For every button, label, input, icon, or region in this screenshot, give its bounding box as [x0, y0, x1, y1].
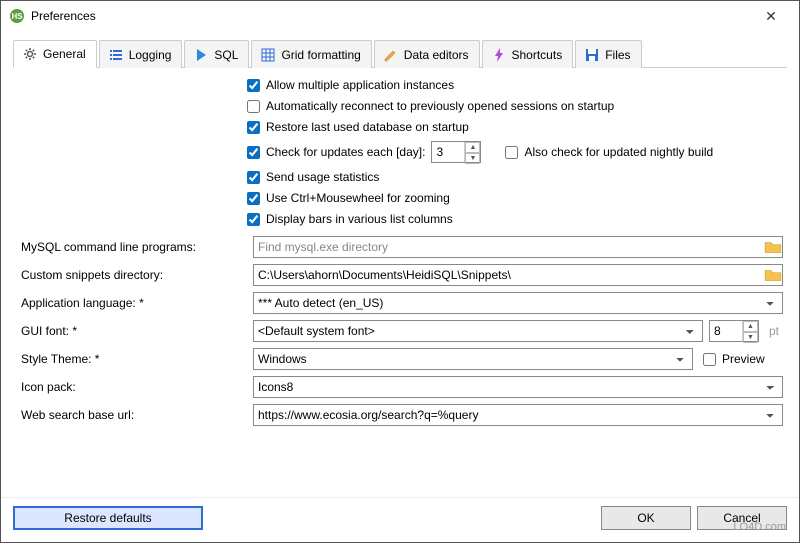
tab-dataeditors[interactable]: Data editors: [374, 40, 480, 68]
guifont-size-value[interactable]: [710, 321, 742, 341]
websearch-label: Web search base url:: [17, 408, 247, 422]
checkbox[interactable]: [247, 100, 260, 113]
tab-files[interactable]: Files: [575, 40, 641, 68]
websearch-select[interactable]: https://www.ecosia.org/search?q=%query: [253, 404, 783, 426]
pt-label: pt: [765, 324, 783, 338]
language-label: Application language: *: [17, 296, 247, 310]
guifont-select[interactable]: <Default system font>: [253, 320, 703, 342]
save-icon: [584, 47, 600, 63]
tab-label: Files: [605, 48, 630, 62]
snippets-row: Custom snippets directory:: [17, 264, 783, 286]
window-title: Preferences: [31, 9, 751, 23]
iconpack-row: Icon pack: Icons8: [17, 376, 783, 398]
tabstrip: General Logging SQL Grid formatting Data…: [13, 39, 787, 68]
update-days-value[interactable]: [432, 142, 464, 162]
footer: Restore defaults OK Cancel: [1, 497, 799, 542]
tab-sql[interactable]: SQL: [184, 40, 249, 68]
gear-icon: [22, 46, 38, 62]
play-icon: [193, 47, 209, 63]
grid-icon: [260, 47, 276, 63]
svg-text:HS: HS: [11, 12, 23, 21]
snippets-input[interactable]: [254, 265, 764, 285]
guifont-label: GUI font: *: [17, 324, 247, 338]
tab-shortcuts[interactable]: Shortcuts: [482, 40, 574, 68]
iconpack-select[interactable]: Icons8: [253, 376, 783, 398]
check-display-bars[interactable]: Display bars in various list columns: [247, 212, 783, 226]
check-updates[interactable]: [247, 146, 260, 159]
titlebar: HS Preferences ✕: [1, 1, 799, 31]
lightning-icon: [491, 47, 507, 63]
label: Also check for updated nightly build: [524, 145, 713, 159]
label: Restore last used database on startup: [266, 120, 469, 134]
list-icon: [108, 47, 124, 63]
restore-defaults-button[interactable]: Restore defaults: [13, 506, 203, 530]
label: Send usage statistics: [266, 170, 379, 184]
app-icon: HS: [9, 8, 25, 24]
tab-grid[interactable]: Grid formatting: [251, 40, 371, 68]
cancel-button[interactable]: Cancel: [697, 506, 787, 530]
mysql-cmdline-row: MySQL command line programs:: [17, 236, 783, 258]
preferences-window: HS Preferences ✕ General Logging SQL Gri…: [0, 0, 800, 543]
tab-general[interactable]: General: [13, 40, 97, 68]
checkbox[interactable]: [247, 171, 260, 184]
mysql-input[interactable]: [254, 237, 764, 257]
general-pane: Allow multiple application instances Aut…: [13, 68, 787, 497]
content: General Logging SQL Grid formatting Data…: [1, 31, 799, 497]
folder-icon[interactable]: [764, 266, 782, 284]
websearch-row: Web search base url: https://www.ecosia.…: [17, 404, 783, 426]
language-row: Application language: * *** Auto detect …: [17, 292, 783, 314]
check-multi-instances[interactable]: Allow multiple application instances: [247, 78, 783, 92]
mysql-label: MySQL command line programs:: [17, 240, 247, 254]
theme-select[interactable]: Windows: [253, 348, 693, 370]
label: Check for updates each [day]:: [266, 145, 425, 159]
checkbox[interactable]: [247, 213, 260, 226]
checkbox[interactable]: [247, 192, 260, 205]
update-days-stepper[interactable]: ▲▼: [431, 141, 481, 163]
guifont-row: GUI font: * <Default system font> ▲▼ pt: [17, 320, 783, 342]
spinner[interactable]: ▲▼: [742, 321, 758, 341]
check-nightly[interactable]: [505, 146, 518, 159]
guifont-size-stepper[interactable]: ▲▼: [709, 320, 759, 342]
snippets-input-wrap: [253, 264, 783, 286]
iconpack-label: Icon pack:: [17, 380, 247, 394]
tab-label: Shortcuts: [512, 48, 563, 62]
spinner[interactable]: ▲▼: [464, 142, 480, 162]
label: Automatically reconnect to previously op…: [266, 99, 614, 113]
mysql-input-wrap: [253, 236, 783, 258]
check-ctrl-wheel[interactable]: Use Ctrl+Mousewheel for zooming: [247, 191, 783, 205]
tab-label: SQL: [214, 48, 238, 62]
label: Use Ctrl+Mousewheel for zooming: [266, 191, 450, 205]
checkbox[interactable]: [247, 121, 260, 134]
language-select[interactable]: *** Auto detect (en_US): [253, 292, 783, 314]
check-send-stats[interactable]: Send usage statistics: [247, 170, 783, 184]
folder-icon[interactable]: [764, 238, 782, 256]
checkbox[interactable]: [703, 353, 716, 366]
theme-label: Style Theme: *: [17, 352, 247, 366]
tab-label: General: [43, 47, 86, 61]
tab-logging[interactable]: Logging: [99, 40, 183, 68]
check-updates-row: Check for updates each [day]: ▲▼ Also ch…: [247, 141, 783, 163]
label: Allow multiple application instances: [266, 78, 454, 92]
checkbox-group: Allow multiple application instances Aut…: [247, 78, 783, 226]
label: Display bars in various list columns: [266, 212, 453, 226]
tab-label: Grid formatting: [281, 48, 360, 62]
preview-check[interactable]: Preview: [703, 352, 783, 366]
snippets-label: Custom snippets directory:: [17, 268, 247, 282]
checkbox[interactable]: [247, 79, 260, 92]
tab-label: Data editors: [404, 48, 469, 62]
label: Preview: [722, 352, 765, 366]
close-button[interactable]: ✕: [751, 1, 791, 31]
theme-row: Style Theme: * Windows Preview: [17, 348, 783, 370]
tab-label: Logging: [129, 48, 172, 62]
check-auto-reconnect[interactable]: Automatically reconnect to previously op…: [247, 99, 783, 113]
pencil-icon: [383, 47, 399, 63]
check-restore-db[interactable]: Restore last used database on startup: [247, 120, 783, 134]
ok-button[interactable]: OK: [601, 506, 691, 530]
